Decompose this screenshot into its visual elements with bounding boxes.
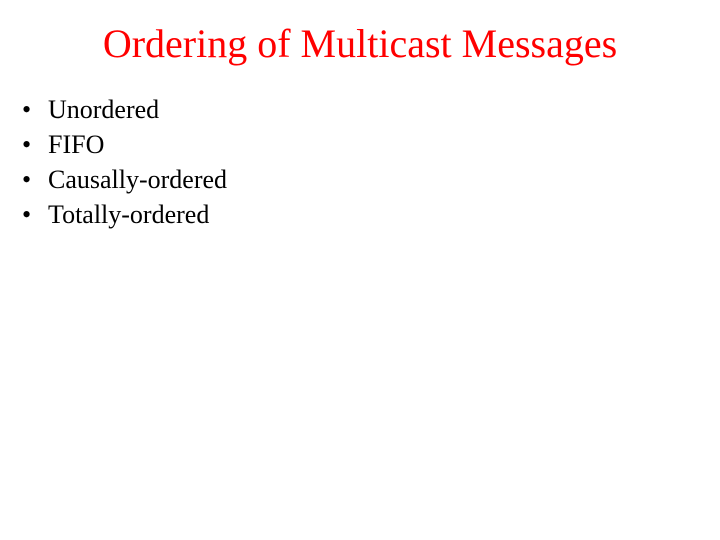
bullet-icon: • bbox=[22, 92, 48, 127]
bullet-text: FIFO bbox=[48, 127, 104, 162]
bullet-text: Causally-ordered bbox=[48, 162, 227, 197]
bullet-text: Unordered bbox=[48, 92, 159, 127]
slide: Ordering of Multicast Messages • Unorder… bbox=[0, 0, 720, 540]
bullet-list: • Unordered • FIFO • Causally-ordered • … bbox=[22, 92, 227, 232]
bullet-icon: • bbox=[22, 162, 48, 197]
list-item: • Totally-ordered bbox=[22, 197, 227, 232]
list-item: • FIFO bbox=[22, 127, 227, 162]
bullet-icon: • bbox=[22, 197, 48, 232]
slide-title: Ordering of Multicast Messages bbox=[0, 20, 720, 67]
list-item: • Causally-ordered bbox=[22, 162, 227, 197]
list-item: • Unordered bbox=[22, 92, 227, 127]
bullet-text: Totally-ordered bbox=[48, 197, 209, 232]
bullet-icon: • bbox=[22, 127, 48, 162]
